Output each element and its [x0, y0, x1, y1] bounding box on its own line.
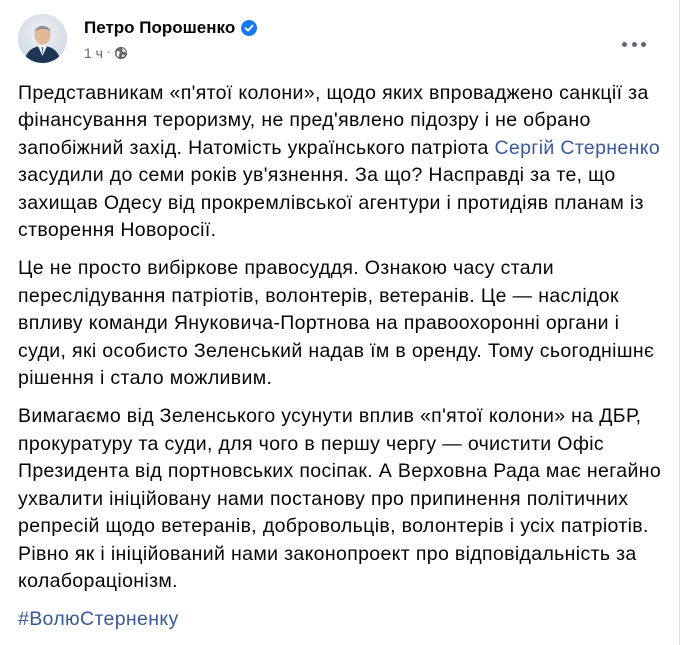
meta-separator: · [106, 47, 111, 58]
post-header: Петро Порошенко 1 ч · [18, 14, 658, 66]
post-body: Представникам «п'ятої колони», щодо яких… [18, 80, 662, 645]
post-paragraph-2: Це не просто вибіркове правосуддя. Ознак… [18, 257, 655, 390]
hashtag-paragraph: #ВолюСтерненку [18, 606, 662, 633]
verified-badge-icon [241, 20, 258, 36]
post-paragraph-1: Представникам «п'ятої колони», щодо яких… [18, 80, 662, 244]
hashtag-link[interactable]: #ВолюСтерненку [18, 608, 179, 630]
mention-link[interactable]: Сергій Стерненко [494, 137, 660, 159]
globe-icon[interactable] [114, 46, 128, 60]
more-dot [641, 41, 646, 47]
facebook-post: Петро Порошенко 1 ч · Представникам «п'я… [0, 0, 680, 645]
more-options-icon[interactable] [622, 38, 646, 50]
post-meta: 1 ч · [84, 44, 128, 62]
author-avatar[interactable] [18, 14, 67, 63]
post-timestamp[interactable]: 1 ч [84, 44, 103, 62]
avatar-image [18, 14, 67, 63]
author-name-row: Петро Порошенко [84, 17, 258, 39]
more-dot [622, 41, 627, 47]
post-paragraph-3: Вимагаємо від Зеленського усунути вплив … [18, 405, 662, 592]
more-dot [631, 41, 637, 47]
paragraph-text: засудили до семи років ув'язнення. За що… [18, 164, 644, 242]
author-name[interactable]: Петро Порошенко [84, 17, 235, 39]
